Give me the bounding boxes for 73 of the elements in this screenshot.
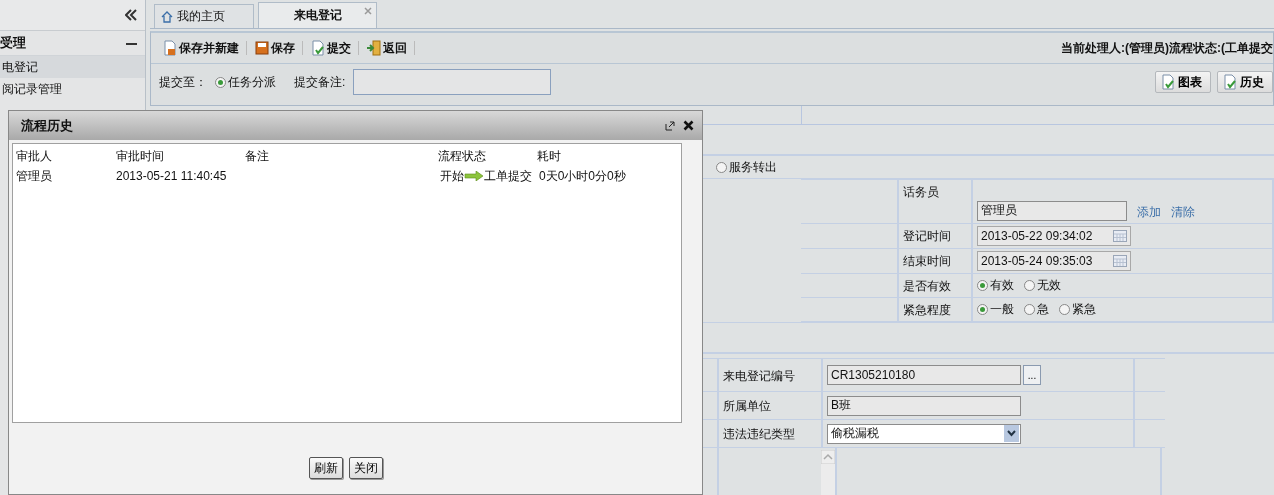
collapse-icon[interactable]: [125, 9, 137, 21]
table-cell: 0天0小时0分0秒: [539, 167, 626, 185]
field-label: 登记时间: [903, 228, 951, 245]
document-icon: [1160, 74, 1176, 90]
dropdown[interactable]: 偷税漏税: [827, 423, 1021, 444]
field-label: 违法违纪类型: [723, 426, 795, 443]
sidebar-item[interactable]: 阅记录管理: [0, 78, 145, 100]
document-icon: [162, 40, 178, 56]
toolbar-button[interactable]: 保存并新建: [159, 39, 242, 57]
dialog-button[interactable]: 刷新: [308, 457, 343, 479]
tab[interactable]: 我的主页: [154, 4, 254, 28]
scroll-up-icon[interactable]: [821, 450, 835, 464]
radio-button[interactable]: [1059, 304, 1070, 315]
column-header[interactable]: 备注: [244, 147, 439, 165]
toolbar-button[interactable]: 历史: [1217, 71, 1273, 93]
sidebar-item[interactable]: 电登记: [0, 56, 145, 78]
column-header[interactable]: 流程状态: [438, 147, 537, 165]
toolbar-button[interactable]: 图表: [1155, 71, 1211, 93]
home-icon: [161, 10, 173, 23]
field-label: 所属单位: [723, 398, 771, 415]
field-label: 紧急程度: [903, 302, 951, 319]
link[interactable]: 添加: [1137, 204, 1161, 221]
field-label: 来电登记编号: [723, 367, 795, 385]
calendar-icon[interactable]: [1113, 230, 1127, 242]
link[interactable]: 清除: [1171, 204, 1195, 221]
submit-to-label: 提交至：: [159, 73, 207, 91]
process-status: 当前处理人:(管理员)流程状态:(工单提交: [1061, 39, 1273, 57]
radio-label: 急: [1037, 301, 1049, 318]
document-icon: [310, 40, 326, 56]
field-label: 结束时间: [903, 253, 951, 270]
text-field[interactable]: CR1305210180: [827, 365, 1021, 385]
dialog-title: 流程历史: [21, 116, 73, 135]
calendar-icon[interactable]: [1113, 255, 1127, 267]
browse-button[interactable]: ...: [1023, 365, 1041, 385]
radio-label: 一般: [990, 301, 1014, 318]
radio-label: 有效: [990, 277, 1014, 294]
field-label: 话务员: [903, 184, 939, 201]
toolbar-button[interactable]: 提交: [307, 39, 354, 57]
radio-button[interactable]: [977, 304, 988, 315]
door-arrow-icon: [366, 40, 382, 56]
radio-label: 任务分派: [228, 73, 276, 91]
text-field[interactable]: 管理员: [977, 200, 1127, 221]
field-label: 是否有效: [903, 278, 951, 295]
table-cell: 工单提交: [484, 167, 532, 185]
radio-button[interactable]: [215, 76, 226, 88]
arrow-icon: [464, 171, 484, 181]
scrollbar-track[interactable]: [821, 450, 835, 495]
table-cell-text: 2013-05-21 11:40:45: [116, 169, 228, 183]
date-field[interactable]: 2013-05-24 09:35:03: [977, 251, 1131, 271]
radio-button[interactable]: [1024, 280, 1035, 291]
toolbar-button[interactable]: 保存: [251, 39, 298, 57]
date-field[interactable]: 2013-05-22 09:34:02: [977, 226, 1131, 246]
table-cell: 开始: [440, 167, 464, 185]
table-cell-text: 管理员: [16, 167, 53, 185]
radio-button[interactable]: [977, 280, 988, 291]
close-icon[interactable]: [683, 120, 694, 131]
radio-label: 服务转出: [729, 158, 777, 176]
radio-button[interactable]: [716, 161, 727, 173]
dialog-button[interactable]: 关闭: [348, 457, 383, 479]
toolbar-button[interactable]: 返回: [363, 39, 410, 57]
column-header[interactable]: 审批时间: [115, 147, 245, 165]
radio-button[interactable]: [1024, 304, 1035, 315]
remark-label: 提交备注:: [294, 73, 346, 91]
radio-label: 紧急: [1072, 301, 1096, 318]
text-field[interactable]: B班: [827, 395, 1021, 416]
column-header[interactable]: 耗时: [536, 147, 681, 165]
document-icon: [1222, 74, 1238, 90]
sidebar-section-title[interactable]: 受理: [0, 34, 26, 52]
remark-field[interactable]: [353, 69, 552, 95]
tab[interactable]: 来电登记: [258, 2, 377, 28]
column-header[interactable]: 审批人: [16, 147, 116, 165]
radio-label: 无效: [1037, 277, 1061, 294]
popout-icon[interactable]: [665, 120, 675, 131]
